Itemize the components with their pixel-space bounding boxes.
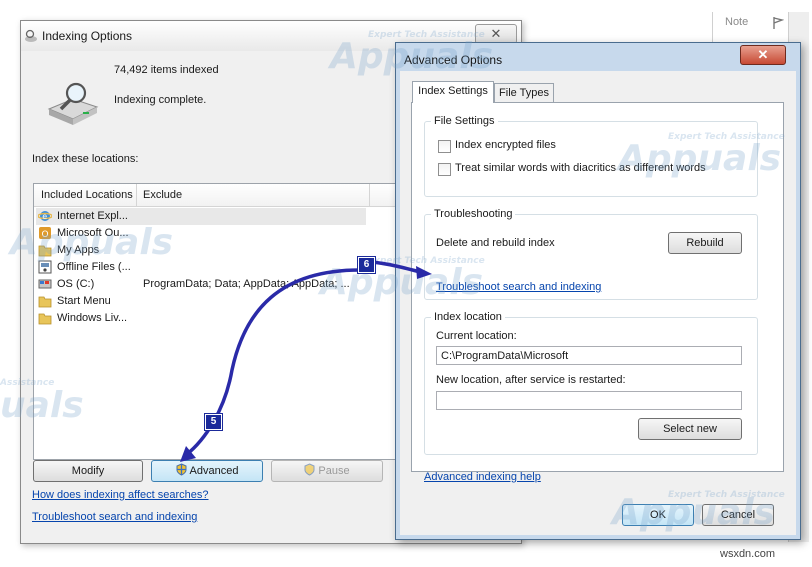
- footer-credit: wsxdn.com: [720, 548, 776, 560]
- annotation-arrows: [180, 260, 432, 462]
- arrowhead-step-6: [416, 266, 432, 279]
- step-badge-6: 6: [358, 257, 375, 273]
- arrow-step-6: [370, 260, 422, 274]
- step-badge-5: 5: [205, 414, 222, 430]
- tab-index-settings[interactable]: Index Settings: [412, 81, 494, 103]
